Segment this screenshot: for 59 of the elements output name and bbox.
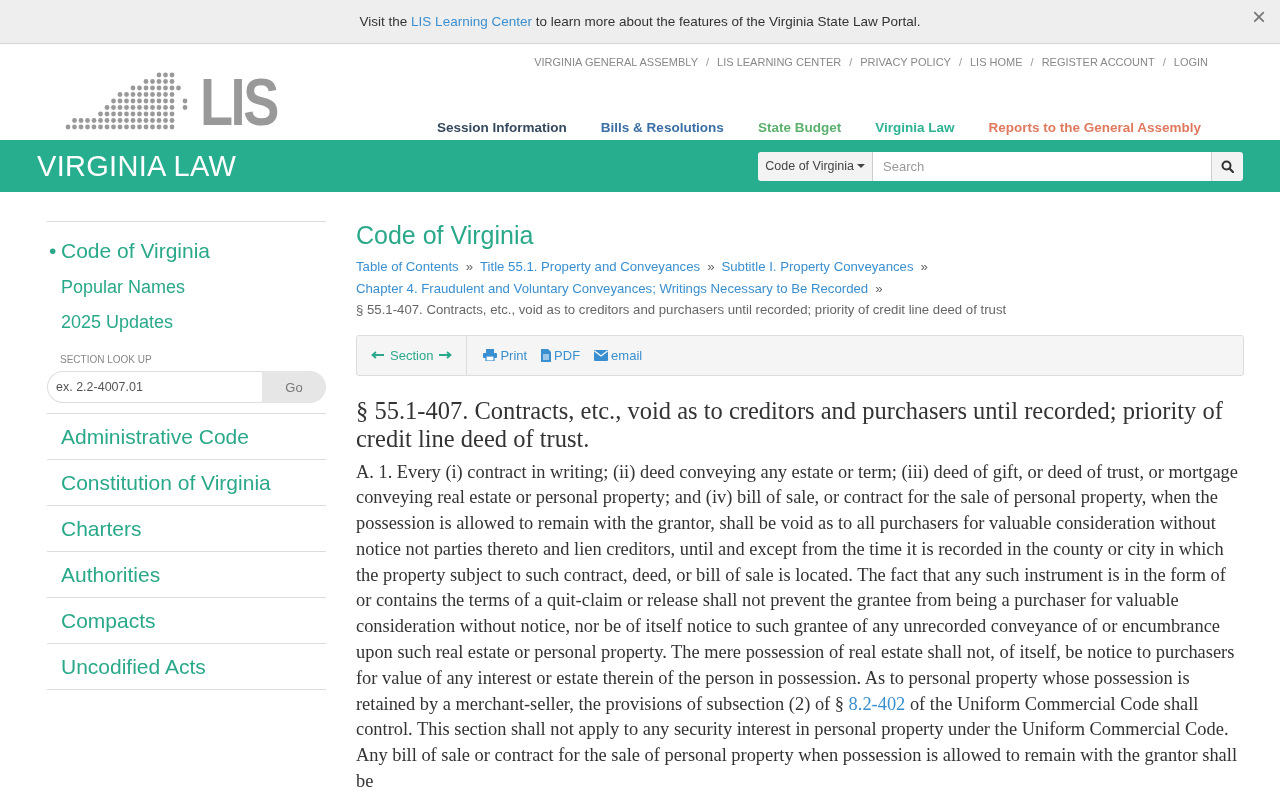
sidebar-item[interactable]: • Code of Virginia bbox=[47, 232, 326, 270]
section-link[interactable]: 8.2-402 bbox=[848, 693, 906, 714]
top-link[interactable]: PRIVACY POLICY bbox=[860, 56, 951, 68]
sidebar-section-link[interactable]: Uncodified Acts bbox=[47, 644, 326, 690]
banner-message: Visit the LIS Learning Center to learn more about the features of the Virginia State Law Portal. bbox=[359, 14, 921, 29]
section-lookup-field[interactable]: ex. 2.2-4007.01 bbox=[47, 371, 262, 403]
left-arrow-icon bbox=[371, 351, 385, 359]
search-icon bbox=[1221, 159, 1234, 173]
breadcrumb-separator: » bbox=[465, 258, 473, 276]
top-link[interactable]: LIS LEARNING CENTER bbox=[717, 56, 842, 68]
top-link[interactable]: LIS HOME bbox=[970, 56, 1023, 68]
printer-icon bbox=[483, 349, 498, 361]
breadcrumb-link[interactable]: Title 55.1. Property and Conveyances bbox=[480, 256, 701, 278]
link-separator: / bbox=[849, 56, 853, 68]
top-link[interactable]: LOGIN bbox=[1173, 56, 1208, 68]
sidebar-item[interactable]: Popular Names bbox=[47, 270, 326, 305]
envelope-icon bbox=[594, 349, 609, 361]
nav-link[interactable]: Reports to the General Assembly bbox=[988, 120, 1201, 135]
sidebar-section-link[interactable]: Constitution of Virginia bbox=[47, 460, 326, 506]
link-separator: / bbox=[706, 56, 710, 68]
go-button[interactable]: Go bbox=[262, 371, 326, 403]
close-button[interactable]: × bbox=[1248, 5, 1270, 29]
pdf-button[interactable]: PDF bbox=[527, 347, 581, 363]
link-separator: / bbox=[958, 56, 962, 68]
sidebar-section-link[interactable]: Administrative Code bbox=[47, 414, 326, 460]
link-separator: / bbox=[1030, 56, 1034, 68]
nav-link[interactable]: State Budget bbox=[757, 120, 842, 135]
breadcrumb-separator: » bbox=[707, 258, 715, 276]
content-title: Code of Virginia bbox=[356, 221, 535, 250]
breadcrumb-separator: » bbox=[920, 258, 928, 276]
search-button[interactable] bbox=[1211, 151, 1243, 181]
search-field[interactable]: Search bbox=[873, 151, 1211, 181]
sidebar-item[interactable]: 2025 Updates bbox=[47, 305, 326, 340]
nav-link[interactable]: Virginia Law bbox=[875, 120, 955, 135]
print-button[interactable]: Print bbox=[467, 347, 528, 363]
section-paragraph: A. 1. Every (i) contract in writing; (ii) deed conveying any estate or term; (iii) deed of gift, or deed of trust, or mortgage conveying real estate or personal property; and (iv) bill of sale, or contract for the sale of personal property, when the possession is allowed to remain with the grantor, shall be void as to all purchasers for valuable consideration without notice not parties thereto and lien creditors, until and except from the time it is recorded in the county or city in which the property subject to such contract, deed, or bill of sale is located. The fact that any such instrument is in the form of or contains the terms of a quit-claim or release shall not prevent the grantee from being a purchaser for valuable consideration without notice, nor be of itself notice to such grantee of any unrecorded conveyance of or encumbrance upon such real estate or personal property. The mere possession of real estate shall not, of itself, be notice to purchasers for value of any interest or estate therein of the person in possession. As to personal property whose possession is retained by a merchant-seller, the provisions of subsection (2) of § 8.2-402 of the Uniform Commercial Code shall control. This section shall not apply to any security interest in personal property under the Uniform Commercial Code. Any bill of sale or contract for the sale of personal property when possession is allowed to remain with the grantor shall be bbox=[356, 460, 1239, 794]
page-title: VIRGINIA LAW bbox=[37, 149, 237, 183]
breadcrumb-link[interactable]: Subtitle I. Property Conveyances bbox=[721, 256, 914, 278]
section-heading: § 55.1-407. Contracts, etc., void as to creditors and purchasers until recorded; priority of credit line deed of trust. bbox=[356, 396, 1224, 453]
link-separator: / bbox=[1162, 56, 1166, 68]
email-button[interactable]: email bbox=[580, 347, 643, 363]
right-arrow-icon bbox=[438, 351, 453, 359]
breadcrumb-link[interactable]: Table of Contents bbox=[356, 256, 459, 278]
logo-text: LIS bbox=[200, 72, 277, 132]
top-link[interactable]: REGISTER ACCOUNT bbox=[1041, 56, 1155, 68]
sidebar-section-link[interactable]: Authorities bbox=[47, 552, 326, 598]
learning-center-link[interactable]: LIS Learning Center bbox=[411, 14, 532, 29]
nav-link[interactable]: Bills & Resolutions bbox=[600, 120, 724, 135]
breadcrumb-separator: » bbox=[875, 279, 883, 298]
sidebar-section-link[interactable]: Compacts bbox=[47, 598, 326, 644]
top-link[interactable]: VIRGINIA GENERAL ASSEMBLY bbox=[534, 56, 698, 68]
breadcrumb-current: § 55.1-407. Contracts, etc., void as to creditors and purchasers until recorded; priority of credit line deed of trust bbox=[356, 301, 1007, 319]
section-nav-button[interactable]: Section bbox=[357, 335, 468, 375]
scope-dropdown[interactable]: Code of Virginia bbox=[758, 151, 873, 181]
nav-link[interactable]: Session Information bbox=[437, 120, 567, 135]
document-icon bbox=[541, 348, 552, 362]
breadcrumb-link[interactable]: Chapter 4. Fraudulent and Voluntary Conveyances; Writings Necessary to Be Recorded bbox=[356, 277, 869, 299]
sidebar-section-link[interactable]: Charters bbox=[47, 506, 326, 552]
lookup-label: SECTION LOOK UP bbox=[60, 354, 153, 365]
